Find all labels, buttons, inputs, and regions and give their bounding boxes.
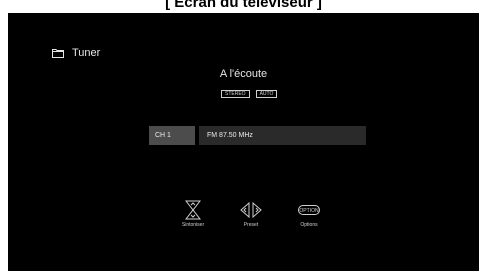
option-key-label: OPTION [299,207,319,213]
hint-preset-label: Preset [243,222,259,228]
left-right-arrows-icon [221,197,281,222]
hint-tune: Sintoniser [163,197,223,229]
auto-badge: AUTO [255,90,278,98]
folder-icon [52,48,64,58]
channel-bar: CH 1 FM 87.50 MHz [149,126,366,145]
tv-screen-caption: [ Écran du téléviseur ] [165,0,322,11]
up-down-arrows-icon [163,197,223,222]
channel-frequency: FM 87.50 MHz [199,126,366,145]
tuning-status: A l'écoute [219,68,268,80]
audio-badges: STEREO AUTO [221,90,278,98]
stereo-badge: STEREO [221,90,250,98]
source-label: Tuner [72,47,101,59]
hint-options-label: Options [300,222,318,228]
source-indicator: Tuner [52,46,100,60]
option-button-icon: OPTION [279,197,339,222]
tv-screen: Tuner A l'écoute STEREO AUTO CH 1 FM 87.… [8,13,479,271]
hint-tune-label: Sintoniser [181,222,205,228]
hint-options: OPTION Options [279,197,339,229]
hint-preset: Preset [221,197,281,229]
channel-number: CH 1 [149,126,195,145]
